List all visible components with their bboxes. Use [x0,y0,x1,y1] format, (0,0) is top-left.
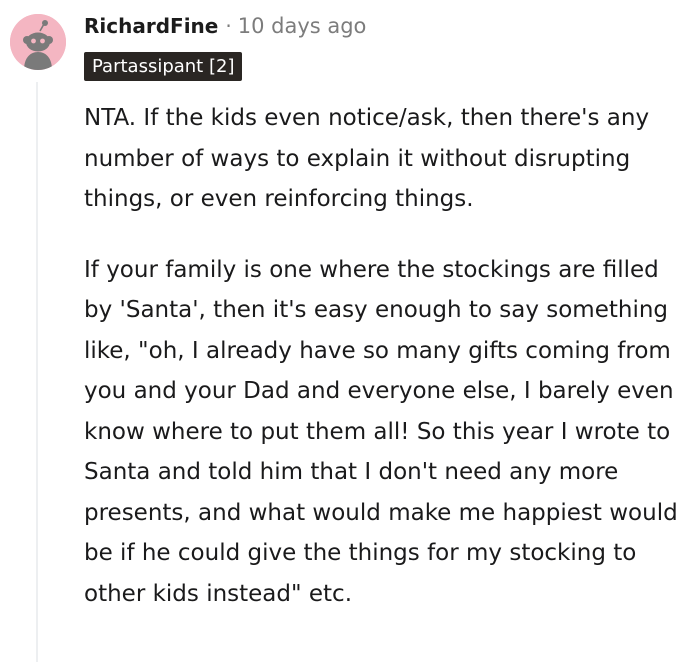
comment-header: RichardFine · 10 days ago [84,10,366,42]
thread-line[interactable] [36,82,38,662]
user-flair: Partassipant [2] [84,52,243,81]
comment-paragraph: If your family is one where the stocking… [84,256,678,607]
meta-separator: · [225,14,232,38]
comment-body: NTA. If the kids even notice/ask, then t… [84,98,690,614]
comment-paragraph: NTA. If the kids even notice/ask, then t… [84,105,650,212]
user-avatar[interactable] [10,14,66,70]
snoo-avatar-icon [10,14,66,70]
comment-timestamp[interactable]: 10 days ago [238,14,367,38]
author-username[interactable]: RichardFine [84,14,218,38]
